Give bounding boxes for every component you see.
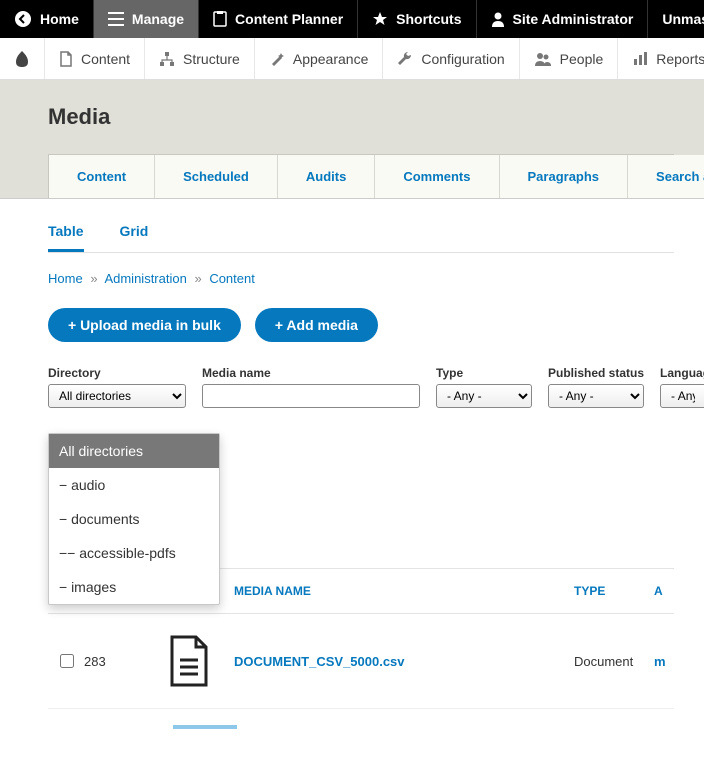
diropt-documents[interactable]: − documents (49, 502, 219, 536)
type-label: Type (436, 366, 532, 380)
directory-dropdown: All directories − audio − documents −− a… (48, 433, 220, 605)
diropt-audio[interactable]: − audio (49, 468, 219, 502)
subnav-content-label: Content (81, 51, 130, 67)
tab-search-replace[interactable]: Search and Replace Scanner (628, 155, 704, 198)
drupal-icon (12, 49, 32, 69)
unmasquerade-button[interactable]: Unmasquera (648, 0, 704, 38)
subnav-reports[interactable]: Reports (618, 38, 704, 79)
shortcuts-label: Shortcuts (396, 11, 461, 27)
diropt-accessible-pdfs[interactable]: −− accessible-pdfs (49, 536, 219, 570)
row-highlight (173, 725, 237, 729)
col-media-name[interactable]: MEDIA NAME (234, 584, 574, 598)
content-planner-button[interactable]: Content Planner (199, 0, 358, 38)
subnav-configuration-label: Configuration (421, 51, 504, 67)
manage-label: Manage (132, 11, 184, 27)
col-type[interactable]: TYPE (574, 584, 654, 598)
sectab-table[interactable]: Table (48, 215, 84, 252)
type-select[interactable]: - Any - (436, 384, 532, 408)
add-media-button[interactable]: + Add media (255, 308, 378, 342)
page-icon (59, 51, 73, 67)
sectab-grid[interactable]: Grid (120, 215, 149, 252)
action-buttons: + Upload media in bulk + Add media (48, 308, 674, 342)
content-planner-label: Content Planner (235, 11, 343, 27)
filters-row: Directory All directories Media name Typ… (48, 366, 674, 408)
tab-paragraphs[interactable]: Paragraphs (500, 155, 629, 198)
people-icon (534, 51, 552, 67)
back-icon (14, 10, 32, 28)
unmasquerade-label: Unmasquera (662, 11, 704, 27)
page-title: Media (48, 104, 674, 130)
directory-select[interactable]: All directories (48, 384, 186, 408)
back-button[interactable]: Home (0, 0, 94, 38)
tree-icon (159, 51, 175, 67)
language-label: Language (660, 366, 704, 380)
subnav-structure-label: Structure (183, 51, 240, 67)
medianame-input[interactable] (202, 384, 420, 408)
site-admin-button[interactable]: Site Administrator (477, 0, 649, 38)
row-extra[interactable]: m (654, 654, 674, 669)
tab-scheduled[interactable]: Scheduled (155, 155, 278, 198)
subnav-people[interactable]: People (520, 38, 619, 79)
subnav-configuration[interactable]: Configuration (383, 38, 519, 79)
medianame-label: Media name (202, 366, 420, 380)
diropt-images[interactable]: − images (49, 570, 219, 604)
user-icon (491, 11, 505, 27)
clipboard-icon (213, 11, 227, 27)
shortcuts-button[interactable]: Shortcuts (358, 0, 476, 38)
row-media-name[interactable]: DOCUMENT_CSV_5000.csv (234, 654, 574, 669)
subnav-structure[interactable]: Structure (145, 38, 255, 79)
wrench-icon (397, 51, 413, 67)
site-admin-label: Site Administrator (513, 11, 634, 27)
col-extra[interactable]: A (654, 584, 674, 598)
document-icon (144, 634, 234, 688)
row-id: 283 (84, 654, 144, 669)
published-label: Published status (548, 366, 644, 380)
breadcrumb: Home » Administration » Content (48, 271, 674, 286)
row-type: Document (574, 654, 654, 669)
tab-audits[interactable]: Audits (278, 155, 375, 198)
subnav-people-label: People (560, 51, 604, 67)
row-checkbox[interactable] (60, 654, 74, 668)
content-area: Table Grid Home » Administration » Conte… (0, 199, 704, 759)
home-label: Home (40, 11, 79, 27)
upload-media-button[interactable]: + Upload media in bulk (48, 308, 241, 342)
subnav-content[interactable]: Content (45, 38, 145, 79)
tab-content[interactable]: Content (49, 155, 155, 198)
manage-button[interactable]: Manage (94, 0, 199, 38)
tab-comments[interactable]: Comments (375, 155, 499, 198)
star-icon (372, 11, 388, 27)
drupal-home[interactable] (0, 38, 45, 79)
wand-icon (269, 51, 285, 67)
crumb-sep: » (90, 271, 97, 286)
chart-icon (632, 51, 648, 67)
published-select[interactable]: - Any - (548, 384, 644, 408)
hamburger-icon (108, 12, 124, 26)
table-row: 283 DOCUMENT_CSV_5000.csv Document m (48, 614, 674, 709)
subnav-appearance[interactable]: Appearance (255, 38, 384, 79)
secondary-tabs: Table Grid (48, 215, 674, 253)
admin-toolbar: Home Manage Content Planner Shortcuts Si… (0, 0, 704, 38)
crumb-content[interactable]: Content (209, 271, 255, 286)
admin-subtoolbar: Content Structure Appearance Configurati… (0, 38, 704, 80)
directory-label: Directory (48, 366, 186, 380)
language-select[interactable]: - Any - (660, 384, 704, 408)
primary-tabs: Content Scheduled Audits Comments Paragr… (48, 154, 674, 198)
crumb-home[interactable]: Home (48, 271, 83, 286)
page-header: Media Content Scheduled Audits Comments … (0, 80, 704, 199)
subnav-appearance-label: Appearance (293, 51, 369, 67)
crumb-sep: » (194, 271, 201, 286)
subnav-reports-label: Reports (656, 51, 704, 67)
crumb-admin[interactable]: Administration (104, 271, 186, 286)
diropt-all[interactable]: All directories (49, 434, 219, 468)
